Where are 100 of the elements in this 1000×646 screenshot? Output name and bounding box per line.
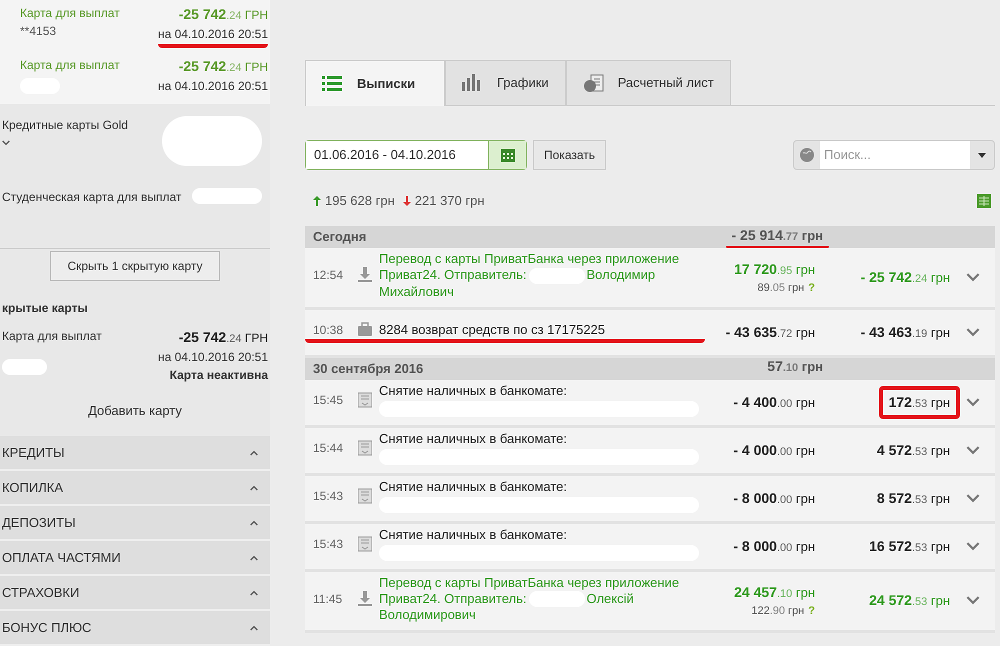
transaction-time: 15:45 (312, 392, 344, 410)
transaction-row[interactable]: 10:38 8284 возврат средств по сз 17175225 - 43 635.72 грн - 43 463.19 грн (305, 310, 995, 358)
list-icon (322, 74, 343, 92)
add-card-link[interactable]: Добавить карту (88, 400, 182, 420)
download-icon (358, 590, 372, 607)
chevron-up-icon[interactable] (250, 554, 258, 560)
accordion-section[interactable]: ДЕПОЗИТЫ (0, 506, 270, 541)
show-button[interactable]: Показать (533, 140, 606, 170)
balance-amount: 8 572.53 грн (876, 490, 950, 506)
transaction-amount: 24 457.10 грн (734, 583, 815, 602)
balance-amount: - 43 463.19 грн (860, 324, 950, 340)
chevron-down-icon[interactable] (2, 140, 10, 146)
day-total: - 25 914.77 грн (732, 228, 823, 242)
chevron-down-icon[interactable] (965, 494, 981, 503)
transaction-description: Снятие наличных в банкомате: (379, 479, 568, 496)
transaction-amount: - 4 400.00 грн (733, 392, 815, 412)
transaction-row[interactable]: 15:44 Снятие наличных в банкомате: - 4 000.00 грн 4 572.53 грн (305, 428, 995, 476)
transaction-description: Снятие наличных в банкомате: (379, 527, 568, 544)
card-group-name: Кредитные карты Gold (2, 117, 128, 134)
card-balance: -25 742.24 ГРН (178, 5, 268, 24)
transaction-time: 15:43 (312, 488, 344, 506)
transaction-amount: - 8 000.00 грн (733, 536, 815, 556)
card-item[interactable]: Карта для выплат **4153 -25 742.24 ГРН на 04.10.2016 20:51 (0, 0, 270, 52)
transaction-description: Снятие наличных в банкомате: (379, 383, 568, 400)
arrow-up-icon (313, 196, 321, 206)
balance-amount: 24 572.53 грн (869, 593, 950, 608)
chevron-up-icon[interactable] (250, 484, 258, 490)
bar-chart-icon (462, 74, 483, 92)
card-balance: -25 742.24 ГРН (178, 328, 268, 347)
transaction-amount: - 8 000.00 грн (733, 488, 815, 508)
chevron-up-icon[interactable] (250, 590, 258, 596)
section-heading: крытые карты (2, 300, 89, 317)
receipt-icon (358, 392, 372, 408)
fee-amount: 122.90 грн (751, 604, 804, 620)
chevron-down-icon[interactable] (965, 398, 981, 407)
accordion-section[interactable]: СТРАХОВКИ (0, 576, 270, 611)
transaction-time: 15:44 (312, 440, 344, 458)
accordion-section[interactable]: ОПЛАТА ЧАСТЯМИ (0, 541, 270, 576)
document-coin-icon (582, 74, 604, 92)
receipt-icon (358, 440, 372, 456)
balance-date: на 04.10.2016 20:51 (158, 26, 268, 43)
transaction-description: Перевод с карты ПриватБанка через приложение Приват24. Отправитель: Олексій Володимирович (379, 574, 680, 624)
tab[interactable]: Графики (445, 60, 566, 106)
transaction-amount: 17 720.95 грн (734, 260, 815, 279)
card-name: Карта для выплат (2, 328, 102, 345)
day-title: Сегодня (313, 228, 366, 246)
chevron-down-icon[interactable] (965, 446, 981, 455)
spreadsheet-icon (977, 194, 991, 208)
transaction-description: Снятие наличных в банкомате: (379, 431, 568, 448)
download-icon (358, 267, 372, 284)
balance-amount: - 25 742.24 грн (860, 270, 950, 285)
card-number: **4153 (20, 23, 58, 40)
hide-cards-button[interactable]: Скрыть 1 скрытую карту (50, 250, 220, 281)
balance-amount: 16 572.53 грн (869, 538, 950, 554)
chevron-down-icon[interactable] (965, 272, 981, 282)
expense-total: 221 370 грн (414, 192, 485, 210)
globe-icon (800, 148, 814, 162)
day-title: 30 сентября 2016 (313, 360, 424, 378)
chevron-down-icon[interactable] (965, 328, 981, 337)
chevron-down-icon[interactable] (965, 542, 981, 551)
date-range-field[interactable]: 01.06.2016 - 04.10.2016 (305, 140, 527, 170)
transaction-row[interactable]: 15:45 Снятие наличных в банкомате: - 4 400.00 грн 172.53 грн (305, 380, 995, 428)
balance-amount: 4 572.53 грн (876, 442, 950, 458)
balance-date: на 04.10.2016 20:51 (158, 348, 268, 366)
chevron-up-icon[interactable] (250, 450, 258, 456)
day-total: 57.10 грн (767, 359, 823, 374)
transaction-amount: - 4 000.00 грн (733, 440, 815, 460)
card-name: Карта для выплат (20, 5, 120, 22)
accordion-section[interactable]: КРЕДИТЫ (0, 436, 270, 471)
chevron-up-icon[interactable] (250, 520, 258, 526)
receipt-icon (358, 536, 372, 552)
transaction-row[interactable]: 15:43 Снятие наличных в банкомате: - 8 000.00 грн 16 572.53 грн (305, 524, 995, 572)
transaction-time: 15:43 (312, 536, 344, 554)
card-item[interactable]: Карта для выплат -25 742.24 ГРН на 04.10.2016 20:51 (0, 52, 270, 104)
card-name: Карта для выплат (20, 57, 120, 74)
tab[interactable]: Выписки (305, 60, 445, 106)
fee-amount: 89.05 грн (757, 280, 804, 296)
accordion-section[interactable]: КОПИЛКА (0, 471, 270, 506)
income-total: 195 628 грн (325, 192, 395, 210)
transaction-description: 8284 возврат средств по сз 17175225 (379, 322, 606, 338)
chevron-down-icon[interactable] (965, 596, 981, 606)
balance-date: на 04.10.2016 20:51 (158, 78, 268, 95)
receipt-icon (358, 488, 372, 504)
accordion-section[interactable]: БОНУС ПЛЮС (0, 611, 270, 646)
transaction-row[interactable]: 15:43 Снятие наличных в банкомате: - 8 000.00 грн 8 572.53 грн (305, 476, 995, 524)
arrow-down-icon (402, 196, 411, 206)
chevron-up-icon[interactable] (250, 624, 258, 630)
search-field[interactable]: Поиск... (793, 140, 995, 170)
transaction-time: 11:45 (312, 590, 344, 608)
tab[interactable]: Расчетный лист (566, 60, 731, 106)
transaction-row[interactable]: 11:45 Перевод с карты ПриватБанка через приложение Приват24. Отправитель: Олексій Володимирович 24 457.10 грн 122.90 грн ? 24 572.53 грн (305, 572, 995, 634)
card-balance: -25 742.24 ГРН (178, 57, 268, 76)
transaction-amount: - 43 635.72 грн (726, 322, 815, 342)
card-status: Карта неактивна (170, 366, 268, 384)
transaction-time: 12:54 (312, 267, 344, 284)
briefcase-icon (358, 322, 372, 338)
transaction-row[interactable]: 12:54 Перевод с карты ПриватБанка через приложение Приват24. Отправитель: Володимир Михайлович 17 720.95 грн 89.05 грн ? - 25 742.24 грн (305, 248, 995, 310)
card-item[interactable]: Карта для выплат -25 742.24 ГРН на 04.10.2016 20:51 Карта неактивна (0, 316, 270, 394)
calendar-icon (500, 148, 514, 162)
transaction-description: Перевод с карты ПриватБанка через приложение Приват24. Отправитель: Володимир Михайлович (379, 251, 680, 300)
